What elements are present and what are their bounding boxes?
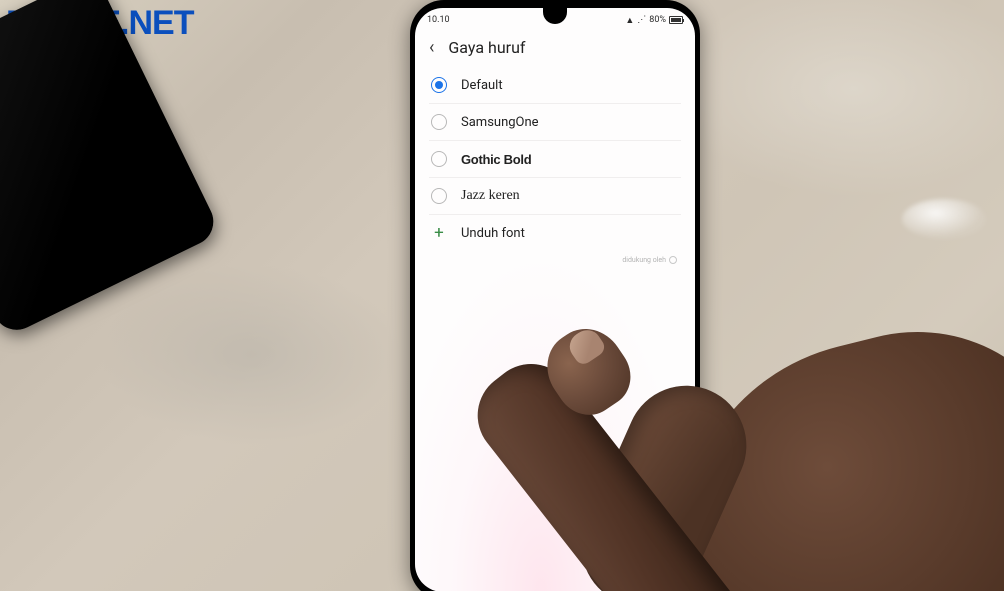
screen-reflection (415, 253, 695, 591)
battery-icon (669, 16, 683, 24)
status-time: 10.10 (427, 15, 450, 25)
phone-frame: 10.10 ▲ ⋰ 80% ‹ Gaya huruf Default Samsu… (410, 0, 700, 591)
font-list: Default SamsungOne Gothic Bold Jazz kere… (415, 67, 695, 252)
phone-screen: 10.10 ▲ ⋰ 80% ‹ Gaya huruf Default Samsu… (415, 8, 695, 591)
radio-icon (431, 151, 447, 167)
plus-icon: + (431, 225, 447, 242)
font-label: Gothic Bold (461, 152, 531, 167)
font-label: Jazz keren (461, 188, 520, 204)
wifi-icon: ⋰ (637, 15, 646, 25)
page-title: Gaya huruf (448, 38, 525, 57)
settings-header: ‹ Gaya huruf (415, 30, 695, 67)
support-logo-icon (669, 256, 677, 264)
font-option-default[interactable]: Default (429, 67, 681, 104)
radio-icon (431, 188, 447, 204)
radio-icon (431, 114, 447, 130)
font-label: Default (461, 78, 503, 93)
download-label: Unduh font (461, 226, 525, 241)
font-option-gothic-bold[interactable]: Gothic Bold (429, 141, 681, 178)
font-option-samsungone[interactable]: SamsungOne (429, 104, 681, 141)
font-label: SamsungOne (461, 115, 539, 130)
support-label: didukung oleh (622, 256, 666, 264)
back-icon[interactable]: ‹ (429, 39, 434, 57)
supported-by-tag: didukung oleh (415, 252, 695, 264)
radio-icon (431, 77, 447, 93)
download-font-row[interactable]: + Unduh font (429, 215, 681, 252)
font-option-jazz-keren[interactable]: Jazz keren (429, 178, 681, 215)
signal-icon: ▲ (625, 15, 634, 26)
battery-text: 80% (649, 15, 666, 25)
